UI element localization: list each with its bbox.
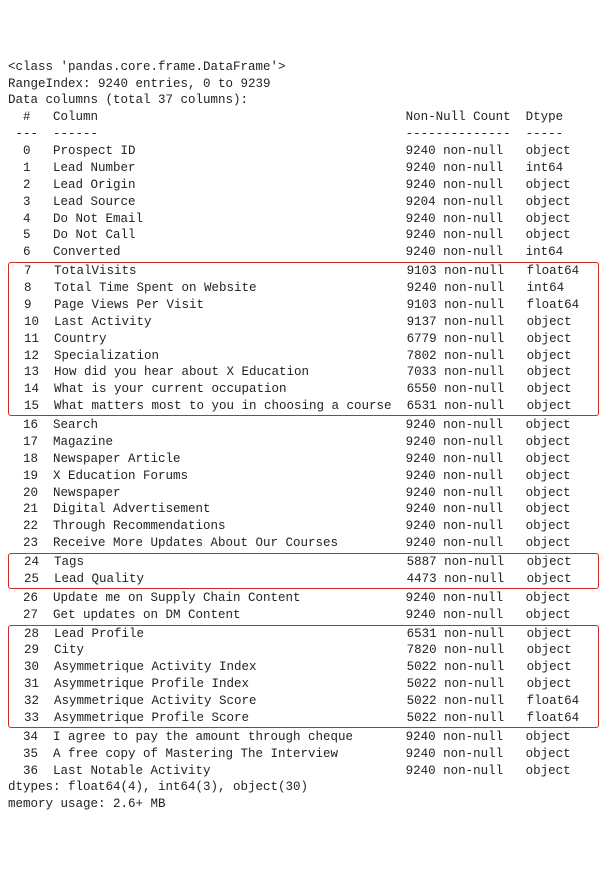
table-row: 1 Lead Number 9240 non-null int64 — [8, 160, 599, 177]
table-row: 7 TotalVisits 9103 non-null float64 — [9, 263, 598, 280]
table-row: 13 How did you hear about X Education 70… — [9, 364, 598, 381]
highlight-group: 28 Lead Profile 6531 non-null object 29 … — [8, 625, 599, 728]
table-row: 31 Asymmetrique Profile Index 5022 non-n… — [9, 676, 598, 693]
table-row: 30 Asymmetrique Activity Index 5022 non-… — [9, 659, 598, 676]
table-row: 21 Digital Advertisement 9240 non-null o… — [8, 501, 599, 518]
table-row: 34 I agree to pay the amount through che… — [8, 729, 599, 746]
table-row: 17 Magazine 9240 non-null object — [8, 434, 599, 451]
table-row: 24 Tags 5887 non-null object — [9, 554, 598, 571]
table-row: 36 Last Notable Activity 9240 non-null o… — [8, 763, 599, 780]
table-row: 6 Converted 9240 non-null int64 — [8, 244, 599, 261]
header-row: # Column Non-Null Count Dtype — [8, 109, 599, 126]
table-row: 18 Newspaper Article 9240 non-null objec… — [8, 451, 599, 468]
table-row: 27 Get updates on DM Content 9240 non-nu… — [8, 607, 599, 624]
table-row: 8 Total Time Spent on Website 9240 non-n… — [9, 280, 598, 297]
table-row: 23 Receive More Updates About Our Course… — [8, 535, 599, 552]
table-row: 15 What matters most to you in choosing … — [9, 398, 598, 415]
table-row: 2 Lead Origin 9240 non-null object — [8, 177, 599, 194]
dtypes-line: dtypes: float64(4), int64(3), object(30) — [8, 779, 599, 796]
row-group: 16 Search 9240 non-null object 17 Magazi… — [8, 417, 599, 552]
table-row: 5 Do Not Call 9240 non-null object — [8, 227, 599, 244]
table-row: 28 Lead Profile 6531 non-null object — [9, 626, 598, 643]
table-row: 16 Search 9240 non-null object — [8, 417, 599, 434]
table-row: 35 A free copy of Mastering The Intervie… — [8, 746, 599, 763]
highlight-group: 7 TotalVisits 9103 non-null float64 8 To… — [8, 262, 599, 416]
class-line: <class 'pandas.core.frame.DataFrame'> — [8, 59, 599, 76]
table-row: 20 Newspaper 9240 non-null object — [8, 485, 599, 502]
table-row: 12 Specialization 7802 non-null object — [9, 348, 598, 365]
table-row: 32 Asymmetrique Activity Score 5022 non-… — [9, 693, 598, 710]
table-row: 29 City 7820 non-null object — [9, 642, 598, 659]
table-row: 14 What is your current occupation 6550 … — [9, 381, 598, 398]
rangeindex-line: RangeIndex: 9240 entries, 0 to 9239 — [8, 76, 599, 93]
table-row: 0 Prospect ID 9240 non-null object — [8, 143, 599, 160]
table-row: 19 X Education Forums 9240 non-null obje… — [8, 468, 599, 485]
row-group: 0 Prospect ID 9240 non-null object 1 Lea… — [8, 143, 599, 261]
table-row: 3 Lead Source 9204 non-null object — [8, 194, 599, 211]
table-row: 22 Through Recommendations 9240 non-null… — [8, 518, 599, 535]
memory-line: memory usage: 2.6+ MB — [8, 796, 599, 813]
table-row: 11 Country 6779 non-null object — [9, 331, 598, 348]
row-group: 26 Update me on Supply Chain Content 924… — [8, 590, 599, 624]
table-row: 4 Do Not Email 9240 non-null object — [8, 211, 599, 228]
highlight-group: 24 Tags 5887 non-null object 25 Lead Qua… — [8, 553, 599, 589]
datacols-line: Data columns (total 37 columns): — [8, 92, 599, 109]
row-group: 34 I agree to pay the amount through che… — [8, 729, 599, 780]
table-row: 26 Update me on Supply Chain Content 924… — [8, 590, 599, 607]
table-row: 9 Page Views Per Visit 9103 non-null flo… — [9, 297, 598, 314]
separator-row: --- ------ -------------- ----- — [8, 126, 599, 143]
table-row: 25 Lead Quality 4473 non-null object — [9, 571, 598, 588]
table-row: 10 Last Activity 9137 non-null object — [9, 314, 598, 331]
table-row: 33 Asymmetrique Profile Score 5022 non-n… — [9, 710, 598, 727]
pandas-info-output: <class 'pandas.core.frame.DataFrame'>Ran… — [8, 59, 599, 814]
